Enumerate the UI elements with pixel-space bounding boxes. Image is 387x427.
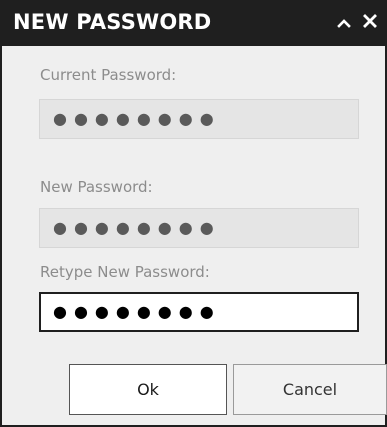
new-password-label: New Password:	[40, 178, 153, 196]
current-password-field[interactable]: ●●●●●●●●	[39, 99, 359, 139]
new-password-field[interactable]: ●●●●●●●●	[39, 208, 359, 248]
close-icon	[363, 13, 377, 32]
current-password-label: Current Password:	[40, 66, 177, 84]
dialog-titlebar: NEW PASSWORD	[2, 0, 385, 46]
new-password-dialog: NEW PASSWORD Current Password: ●●●●●●●● …	[0, 0, 387, 427]
ok-button[interactable]: Ok	[69, 364, 227, 415]
collapse-button[interactable]	[330, 7, 358, 37]
retype-password-label: Retype New Password:	[40, 263, 210, 281]
close-button[interactable]	[356, 7, 384, 37]
dialog-title: NEW PASSWORD	[13, 10, 212, 34]
cancel-button[interactable]: Cancel	[233, 364, 387, 415]
retype-password-field[interactable]: ●●●●●●●●	[39, 292, 359, 332]
chevron-up-icon	[337, 13, 351, 32]
